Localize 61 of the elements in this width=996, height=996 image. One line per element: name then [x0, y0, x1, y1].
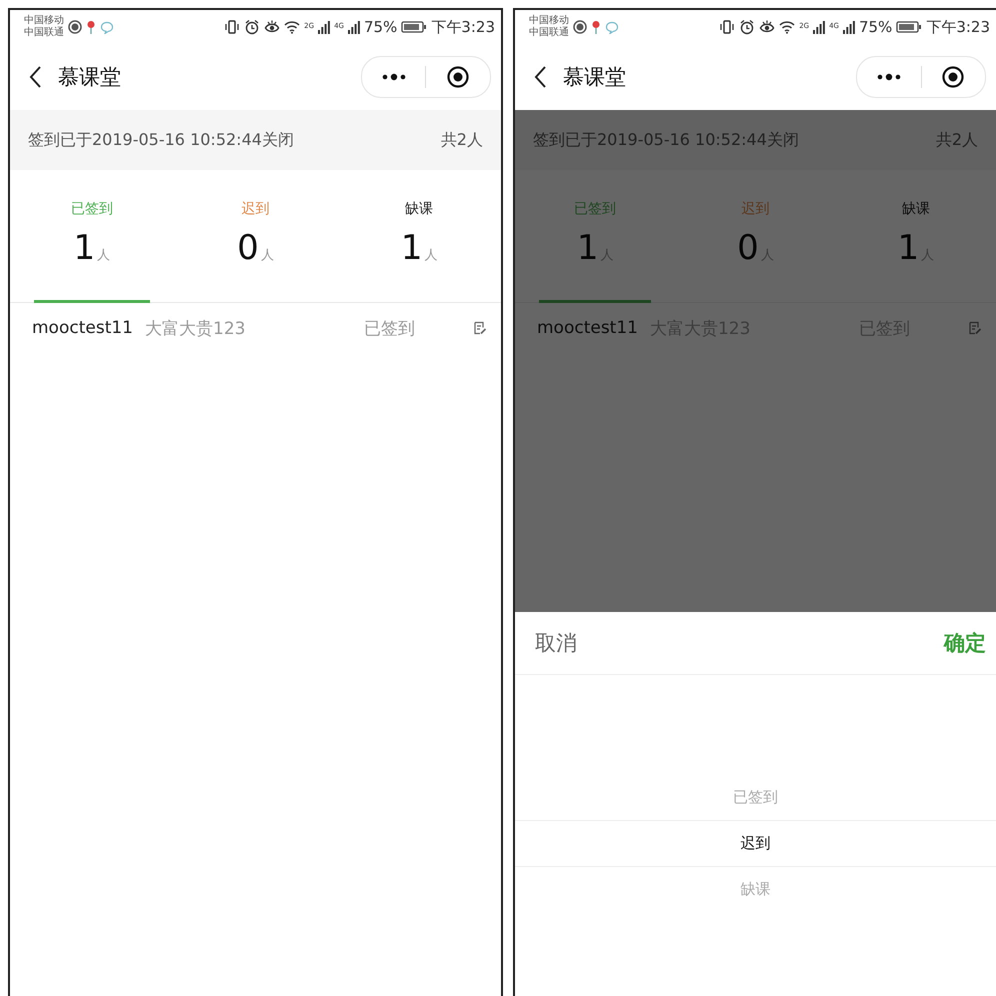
vibrate-icon [719, 19, 736, 35]
attendance-status: 已签到 [364, 318, 415, 340]
carrier-name: 中国移动 [528, 15, 569, 26]
picker-option[interactable]: 迟到 [514, 820, 996, 867]
vibrate-icon [224, 19, 240, 35]
picker-option[interactable]: 已签到 [514, 775, 996, 820]
pin-icon [86, 20, 96, 34]
wifi-icon [284, 20, 300, 34]
stat-count: 1 人 [74, 228, 110, 268]
carrier-name: 中国联通 [24, 27, 64, 39]
alarm-icon [739, 19, 756, 35]
carrier-name: 中国移动 [24, 15, 64, 26]
signal-icon [842, 20, 855, 34]
tab-label: 已签到 [70, 200, 113, 218]
tab-label: 迟到 [742, 200, 770, 218]
total-count: 共2人 [440, 130, 483, 150]
battery-icon [401, 20, 428, 34]
total-count: 共2人 [936, 130, 978, 150]
signal-icon [348, 20, 360, 34]
chat-icon [604, 20, 619, 34]
status-time: 下午3:23 [431, 18, 495, 36]
eye-icon [264, 19, 280, 35]
edit-icon[interactable] [472, 321, 487, 335]
student-name: 大富大贵123 [145, 318, 246, 340]
edit-icon[interactable] [968, 321, 982, 335]
student-account: mooctest11 [536, 318, 638, 338]
stat-tab[interactable]: 迟到 0 人 [198, 170, 314, 303]
stat-tab[interactable]: 已签到 1 人 [34, 170, 150, 303]
signal-icon [813, 20, 826, 34]
eye-icon [759, 19, 776, 35]
tab-label: 迟到 [241, 200, 270, 218]
record-icon [572, 20, 587, 34]
tab-label: 缺课 [405, 200, 434, 218]
carrier-name: 中国联通 [528, 27, 569, 39]
more-icon[interactable] [380, 73, 407, 81]
wifi-icon [779, 20, 796, 34]
status-time: 下午3:23 [926, 18, 990, 36]
record-icon [68, 20, 82, 34]
page-title: 慕课堂 [58, 64, 122, 91]
cancel-button[interactable]: 取消 [534, 629, 577, 657]
student-account: mooctest11 [32, 318, 133, 338]
tab-label: 已签到 [574, 200, 616, 218]
stat-tab[interactable]: 缺课 1 人 [361, 170, 477, 303]
back-icon[interactable] [532, 65, 547, 89]
pin-icon [590, 20, 601, 34]
battery-icon [896, 20, 922, 34]
page-title: 慕课堂 [562, 64, 627, 91]
chat-icon [100, 20, 114, 34]
more-icon[interactable] [876, 73, 902, 81]
notice-text: 签到已于2019-05-16 10:52:44关闭 [532, 130, 799, 150]
stat-count: 1 人 [400, 228, 438, 268]
stat-count: 0 人 [237, 228, 274, 268]
battery-percent: 75% [364, 18, 398, 36]
confirm-button[interactable]: 确定 [944, 629, 986, 657]
back-icon[interactable] [28, 65, 42, 89]
signal-icon [318, 20, 330, 34]
alarm-icon [244, 19, 260, 35]
notice-text: 签到已于2019-05-16 10:52:44关闭 [28, 130, 294, 150]
battery-percent: 75% [858, 18, 892, 36]
picker-option[interactable]: 缺课 [514, 867, 996, 912]
tab-label: 缺课 [902, 200, 930, 218]
